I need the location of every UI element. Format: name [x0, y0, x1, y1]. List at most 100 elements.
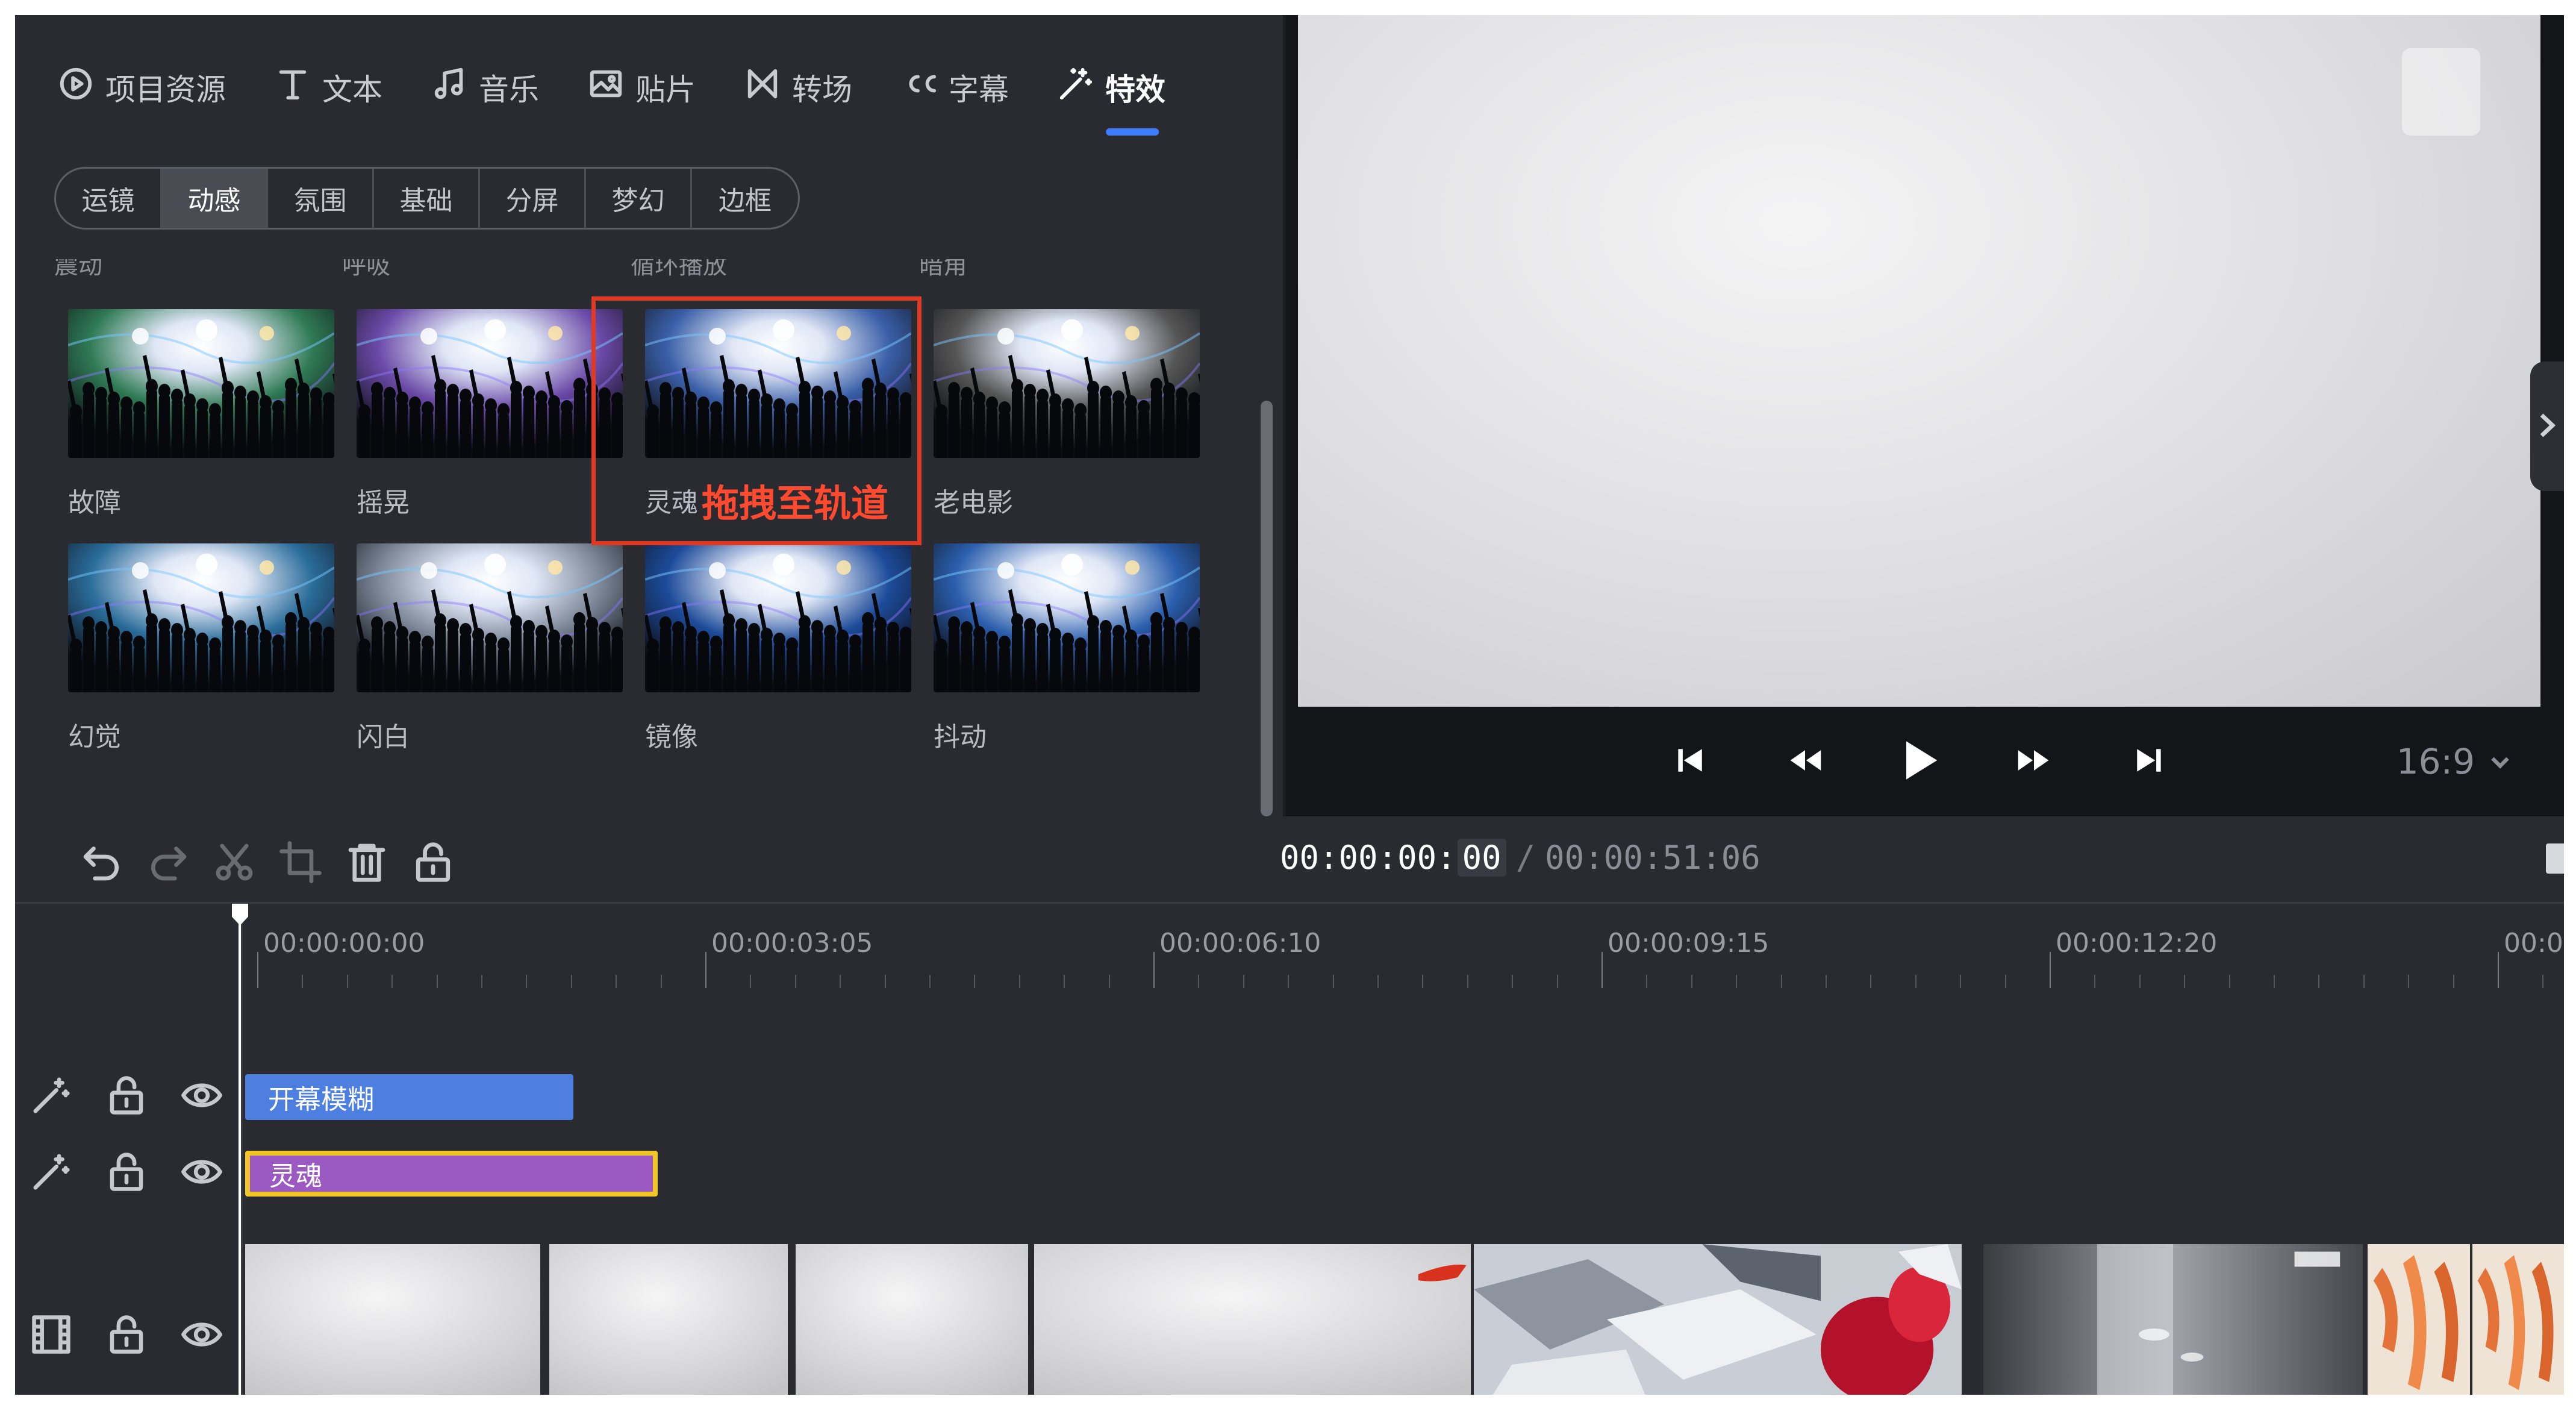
effect-thumbnail[interactable]	[645, 543, 911, 692]
segment-camera-move[interactable]: 运镜	[56, 169, 162, 228]
effect-label: 镜像	[645, 722, 698, 752]
tab-label: 特效	[1105, 72, 1165, 107]
time-ruler[interactable]: 00:00:00:00 00:00:03:05 00:00:06:10 00:00:0…	[243, 904, 2564, 988]
crop-button[interactable]	[279, 840, 322, 884]
aspect-ratio-value: 16:9	[2396, 741, 2475, 782]
eye-icon[interactable]	[181, 1074, 223, 1116]
segment-frame[interactable]: 边框	[692, 169, 798, 228]
clip-label: 灵魂	[269, 1161, 322, 1192]
delete-button[interactable]	[345, 840, 388, 884]
tab-text[interactable]: 文本	[274, 51, 382, 124]
ruler-minor-tick	[570, 975, 572, 988]
effect-clip-open-blur[interactable]: 开幕模糊	[245, 1074, 573, 1120]
effect-label: 摇晃	[357, 487, 410, 518]
effect-thumbnail[interactable]	[357, 309, 623, 458]
eye-icon[interactable]	[181, 1313, 223, 1356]
ruler-minor-tick	[2274, 975, 2275, 988]
ruler-minor-tick	[884, 975, 886, 988]
ruler-minor-tick	[2408, 975, 2410, 988]
effect-thumbnail[interactable]	[934, 309, 1200, 458]
video-clip-thumbnail[interactable]	[2472, 1244, 2564, 1395]
redo-button[interactable]	[146, 840, 190, 884]
effect-thumbnail[interactable]	[68, 543, 334, 692]
transition-icon	[744, 65, 792, 110]
ruler-minor-tick	[302, 975, 304, 988]
timecode-display: 00:00:00: 00 / 00:00:51:06	[1280, 839, 1760, 877]
text-icon	[274, 65, 322, 110]
video-clip-thumbnail[interactable]	[549, 1244, 788, 1395]
skip-to-start-button[interactable]	[1670, 740, 1712, 783]
split-button[interactable]	[213, 840, 256, 884]
ruler-time-label: 00:00:12:20	[2056, 928, 2218, 959]
rewind-button[interactable]	[1784, 740, 1826, 783]
tab-effects[interactable]: 特效	[1057, 51, 1165, 136]
tab-project-resources[interactable]: 项目资源	[57, 51, 226, 124]
time-separator: /	[1515, 839, 1536, 877]
drag-to-track-annotation: 拖拽至轨道	[702, 481, 889, 525]
tab-music[interactable]: 音乐	[431, 51, 539, 124]
tab-label: 项目资源	[105, 72, 226, 107]
ruler-minor-tick	[1780, 975, 1782, 988]
ruler-minor-tick	[2318, 975, 2320, 988]
effect-thumbnail[interactable]	[357, 543, 623, 692]
ruler-time-label: 00:00:09:15	[1608, 928, 1770, 959]
effect-thumbnail[interactable]	[934, 543, 1200, 692]
cut-label: 暗角	[919, 259, 967, 277]
video-clip-thumbnail[interactable]	[1034, 1244, 1471, 1395]
video-clip-thumbnail[interactable]	[796, 1244, 1028, 1395]
ruler-minor-tick	[2453, 975, 2454, 988]
play-button[interactable]	[1898, 740, 1941, 783]
cut-label: 循环播放	[631, 259, 727, 277]
effect-clip-soul[interactable]: 灵魂	[245, 1151, 658, 1197]
segment-atmosphere[interactable]: 氛围	[268, 169, 374, 228]
segment-basic[interactable]: 基础	[374, 169, 480, 228]
eye-icon[interactable]	[181, 1151, 223, 1193]
ruler-time-label: 00:00:06:10	[1159, 928, 1321, 959]
toolbar-right-edge-control[interactable]	[2546, 843, 2564, 874]
aspect-ratio-dropdown[interactable]: 16:9	[2397, 741, 2511, 782]
collapse-panel-button[interactable]	[2530, 361, 2564, 491]
image-icon	[587, 65, 635, 110]
effect-label: 抖动	[934, 722, 987, 752]
tab-captions[interactable]: 字幕	[900, 51, 1009, 124]
watermark-logo	[2402, 48, 2480, 136]
lock-button[interactable]	[411, 840, 455, 884]
playhead[interactable]	[239, 904, 241, 1395]
current-time-frames[interactable]: 00	[1457, 839, 1506, 877]
tab-transitions[interactable]: 转场	[744, 51, 852, 124]
ruler-minor-tick	[750, 975, 752, 988]
panel-scrollbar[interactable]	[1261, 401, 1273, 816]
tab-stickers[interactable]: 贴片	[587, 51, 696, 124]
ruler-minor-tick	[1556, 975, 1558, 988]
film-strip-icon	[30, 1313, 72, 1356]
ruler-minor-tick	[1646, 975, 1648, 988]
effect-category-segments: 运镜 动感 氛围 基础 分屏 梦幻 边框	[54, 167, 800, 230]
video-clip-thumbnail[interactable]	[245, 1244, 540, 1395]
video-clip-thumbnail[interactable]	[2368, 1244, 2470, 1395]
segment-dynamic[interactable]: 动感	[162, 169, 268, 228]
ruler-major-tick	[257, 952, 258, 988]
unlock-icon[interactable]	[105, 1151, 148, 1193]
active-tab-indicator	[1106, 128, 1159, 136]
video-clip-thumbnail[interactable]	[1474, 1244, 1854, 1395]
unlock-icon[interactable]	[105, 1074, 148, 1116]
effect-thumbnail[interactable]	[68, 309, 334, 458]
ruler-minor-tick	[436, 975, 438, 988]
segment-split-screen[interactable]: 分屏	[480, 169, 586, 228]
skip-end-icon	[2130, 742, 2166, 781]
fast-forward-button[interactable]	[2013, 740, 2055, 783]
segment-dreamy[interactable]: 梦幻	[586, 169, 692, 228]
ruler-minor-tick	[2094, 975, 2096, 988]
effect-label: 幻觉	[68, 722, 121, 752]
effect-label: 老电影	[934, 487, 1013, 518]
undo-button[interactable]	[80, 840, 123, 884]
video-clip-thumbnail[interactable]	[1983, 1244, 2363, 1395]
video-clip-thumbnail[interactable]	[1821, 1244, 1962, 1395]
unlock-icon[interactable]	[105, 1313, 148, 1356]
cut-label: 呼吸	[342, 259, 390, 277]
chevron-down-icon	[2489, 741, 2511, 782]
ruler-minor-tick	[2004, 975, 2006, 988]
ruler-minor-tick	[1377, 975, 1379, 988]
tab-label: 音乐	[479, 72, 539, 107]
skip-to-end-button[interactable]	[2127, 740, 2169, 783]
